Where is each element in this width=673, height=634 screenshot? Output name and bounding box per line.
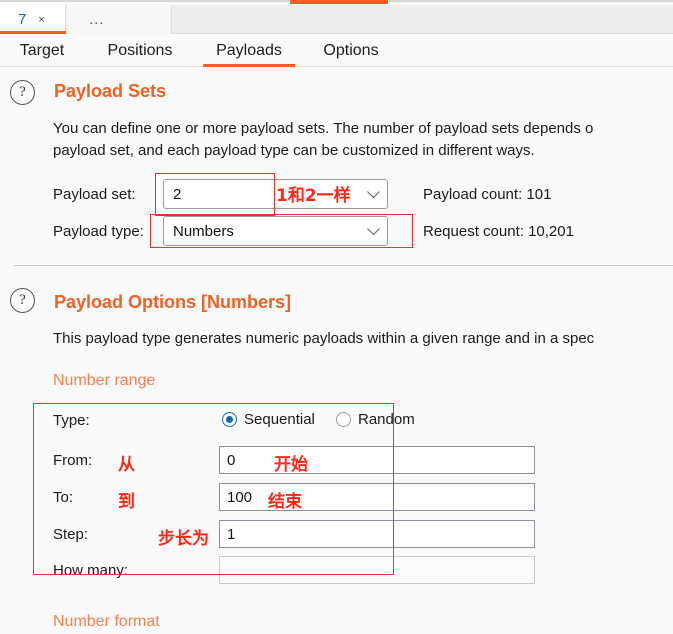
tab-options-label: Options [323,41,379,59]
tab-payloads[interactable]: Payloads [197,34,301,67]
tab-target[interactable]: Target [6,34,78,67]
annotation-to-label: 到 [118,492,135,512]
window-tab-strip: 7 × ... [0,5,673,34]
radio-random-icon [336,412,351,427]
help-icon[interactable]: ? [10,80,35,105]
how-many-label: How many: [53,562,129,579]
tab-payloads-label: Payloads [216,41,282,59]
radio-sequential-label: Sequential [244,411,315,428]
radio-random-label: Random [358,411,415,428]
tab-active-underline [203,64,295,67]
tab-positions-label: Positions [107,41,173,59]
annotation-payload-set-note: 1和2一样 [276,186,351,206]
payload-type-value: Numbers [173,222,234,240]
section-divider [14,265,673,266]
payload-type-dropdown[interactable]: Numbers [163,216,388,246]
window-tab-label: 7 [18,11,27,28]
to-input[interactable]: 100 [219,483,535,511]
tab-positions[interactable]: Positions [90,34,190,67]
from-input[interactable]: 0 [219,446,535,474]
annotation-from-label: 从 [118,455,135,475]
number-range-heading: Number range [53,372,156,389]
tab-target-label: Target [19,41,65,59]
annotation-step-label: 步长为 [158,529,209,549]
top-orange-indicator [290,0,388,4]
radio-sequential-icon [222,412,237,427]
radio-sequential[interactable]: Sequential [222,411,315,428]
payload-sets-description-line2: payload set, and each payload type can b… [53,142,535,159]
step-input[interactable]: 1 [219,520,535,548]
window-tab-overflow[interactable]: ... [67,5,172,34]
annotation-to-value: 结束 [268,492,302,512]
how-many-input[interactable] [219,556,535,584]
radio-random[interactable]: Random [336,411,415,428]
help-icon-glyph: ? [19,292,26,308]
main-tab-bar: Target Positions Payloads Options [0,34,673,67]
to-value: 100 [227,488,253,506]
overflow-label: ... [89,11,105,28]
request-count-label: Request count: 10,201 [423,223,574,240]
to-label: To: [53,489,74,506]
from-label: From: [53,452,93,469]
payload-type-label: Payload type: [53,223,144,240]
chevron-down-icon [367,222,380,236]
payload-count-label: Payload count: 101 [423,186,552,203]
tab-options[interactable]: Options [307,34,395,67]
payload-set-label: Payload set: [53,186,136,203]
payload-sets-title: Payload Sets [54,81,167,101]
help-icon-glyph: ? [19,84,26,100]
chevron-down-icon [367,185,380,199]
close-icon[interactable]: × [38,14,44,26]
annotation-from-value: 开始 [274,455,308,475]
payload-options-description: This payload type generates numeric payl… [53,330,595,347]
number-format-heading: Number format [53,613,160,630]
window-tab-7[interactable]: 7 × [0,5,66,34]
step-value: 1 [227,525,236,543]
payload-set-value: 2 [173,185,182,203]
type-label: Type: [53,412,90,429]
help-icon[interactable]: ? [10,288,35,313]
payload-sets-description-line1: You can define one or more payload sets.… [53,120,594,137]
step-label: Step: [53,526,89,543]
from-value: 0 [227,451,236,469]
payload-options-title: Payload Options [Numbers] [54,292,292,312]
